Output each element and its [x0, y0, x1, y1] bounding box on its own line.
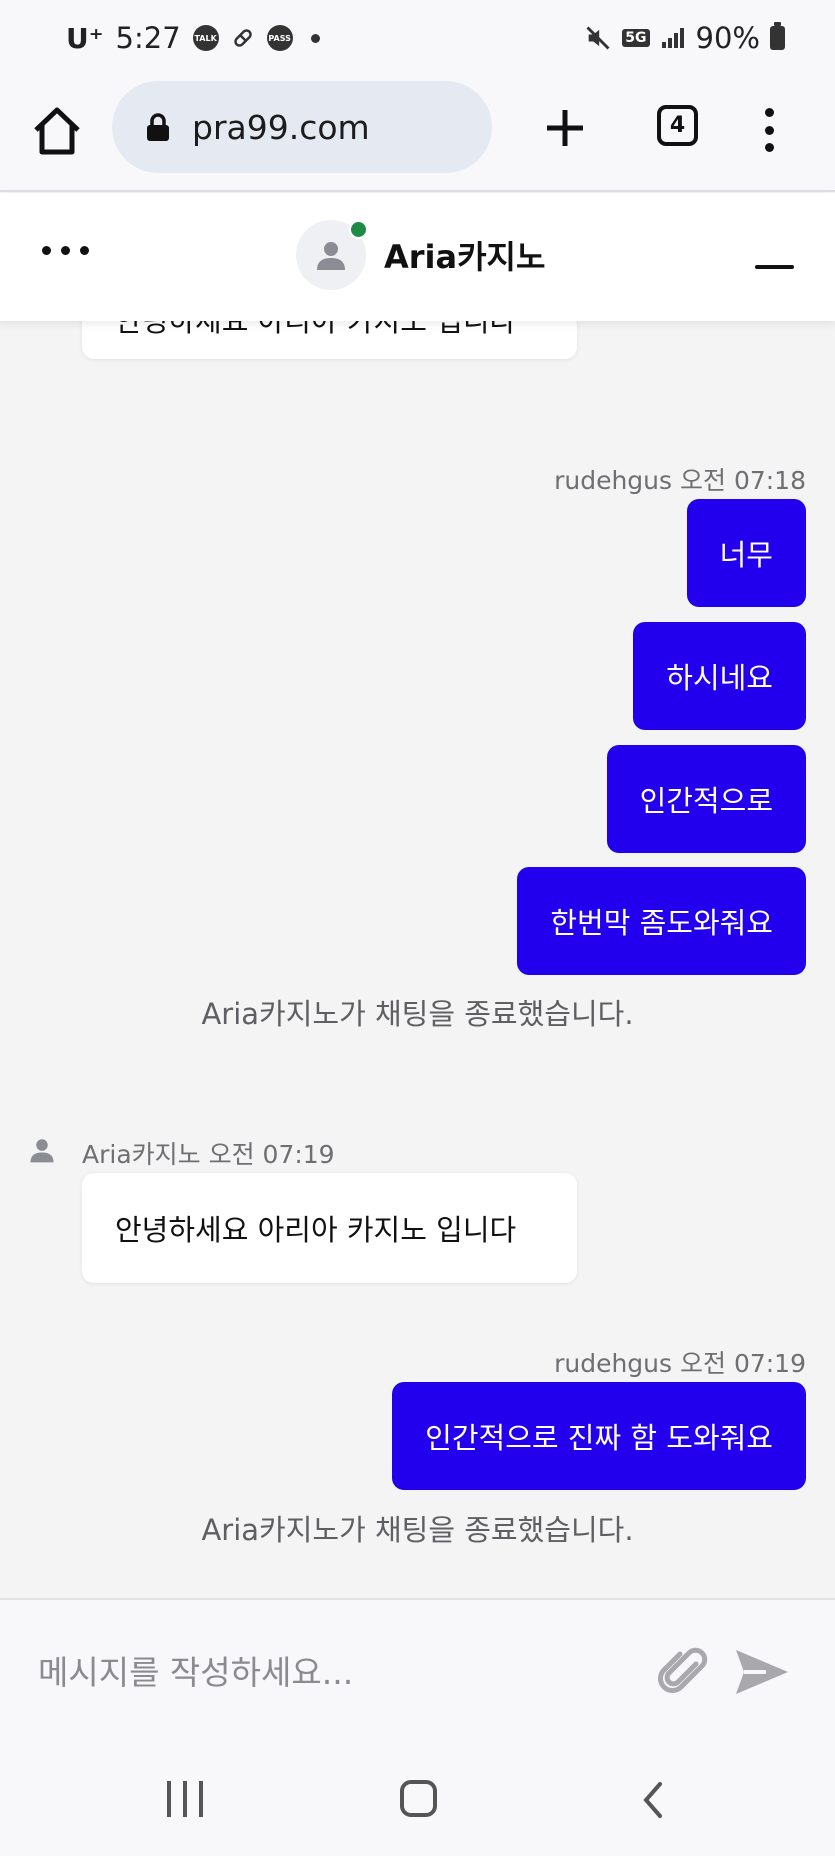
- pill-notification-icon: [233, 29, 252, 47]
- user-message-meta: rudehgus 오전 07:18: [554, 466, 806, 495]
- minimize-button[interactable]: [755, 265, 794, 269]
- recent-bar: [183, 1781, 187, 1817]
- send-button[interactable]: [732, 1644, 792, 1700]
- back-button[interactable]: [638, 1780, 668, 1820]
- status-bar: U⁺ 5:27 TALK PASS 5G 90%: [0, 0, 835, 76]
- recent-bar: [167, 1781, 171, 1817]
- chat-title: Aria카지노: [384, 238, 546, 276]
- more-horiz-dot: [61, 246, 70, 255]
- menu-dot: [764, 125, 774, 135]
- menu-dot: [764, 143, 774, 152]
- status-time: 5:27: [115, 21, 181, 55]
- browser-menu-button[interactable]: [752, 102, 786, 158]
- tab-count: 4: [669, 113, 686, 138]
- chat-header: Aria카지노: [0, 193, 835, 321]
- online-status-dot: [349, 220, 368, 239]
- recent-apps-button[interactable]: [167, 1781, 203, 1817]
- signal-icon: [661, 28, 684, 48]
- status-right: 5G 90%: [584, 21, 785, 55]
- carrier-label: U⁺: [66, 21, 104, 55]
- user-message: 인간적으로: [606, 745, 806, 853]
- more-horiz-dot: [42, 246, 51, 255]
- bot-message: 안녕하세요 아리아 카지노 입니다: [82, 1173, 577, 1283]
- message-list[interactable]: 안녕하세요 아리아 카지노 입니다 rudehgus 오전 07:18 너무 하…: [0, 321, 835, 1598]
- user-message: 인간적으로 진짜 함 도와줘요: [392, 1382, 806, 1490]
- tab-switcher-button[interactable]: 4: [657, 105, 698, 146]
- system-message: Aria카지노가 채팅을 종료했습니다.: [201, 997, 634, 1031]
- home-button[interactable]: [28, 102, 86, 160]
- agent-avatar: [296, 220, 368, 290]
- user-message-meta: rudehgus 오전 07:19: [554, 1349, 806, 1378]
- person-icon: [30, 1139, 54, 1163]
- more-horiz-dot: [80, 246, 89, 255]
- user-message: 하시네요: [633, 622, 806, 730]
- chat-menu-button[interactable]: [42, 246, 89, 255]
- bot-message: 안녕하세요 아리아 카지노 입니다: [82, 321, 577, 359]
- chevron-left-icon: [643, 1782, 662, 1818]
- browser-toolbar: pra99.com 4: [0, 76, 835, 192]
- lock-icon: [147, 113, 169, 141]
- battery-percent: 90%: [695, 21, 760, 55]
- talk-notification-icon: TALK: [192, 25, 219, 51]
- system-nav-bar: [0, 1746, 835, 1856]
- mute-icon: [586, 26, 610, 50]
- message-input[interactable]: [38, 1640, 618, 1704]
- attach-button[interactable]: [656, 1644, 712, 1700]
- pass-notification-icon: PASS: [266, 25, 293, 51]
- address-bar[interactable]: pra99.com: [112, 81, 492, 173]
- system-message: Aria카지노가 채팅을 종료했습니다.: [201, 1513, 634, 1547]
- nav-home-button[interactable]: [400, 1780, 437, 1817]
- send-icon: [736, 1650, 788, 1694]
- chat-agent-info: Aria카지노: [296, 220, 545, 290]
- recent-bar: [199, 1781, 203, 1817]
- bot-avatar: [20, 1128, 64, 1172]
- paperclip-icon: [658, 1647, 708, 1693]
- new-tab-button[interactable]: [540, 103, 590, 153]
- user-message: 한번막 좀도와줘요: [517, 867, 806, 975]
- url-text: pra99.com: [192, 107, 370, 147]
- message-composer: [0, 1598, 835, 1746]
- home-icon: [34, 107, 80, 155]
- status-left: U⁺ 5:27 TALK PASS: [66, 21, 320, 55]
- menu-dot: [764, 108, 774, 117]
- battery-icon: [770, 22, 785, 50]
- person-icon: [317, 242, 345, 270]
- user-message: 너무: [686, 499, 806, 607]
- plus-icon: [547, 110, 583, 146]
- bot-message-meta: Aria카지노 오전 07:19: [82, 1140, 335, 1169]
- network-5g-icon: 5G: [622, 29, 650, 47]
- more-notifications-dot: [310, 33, 320, 43]
